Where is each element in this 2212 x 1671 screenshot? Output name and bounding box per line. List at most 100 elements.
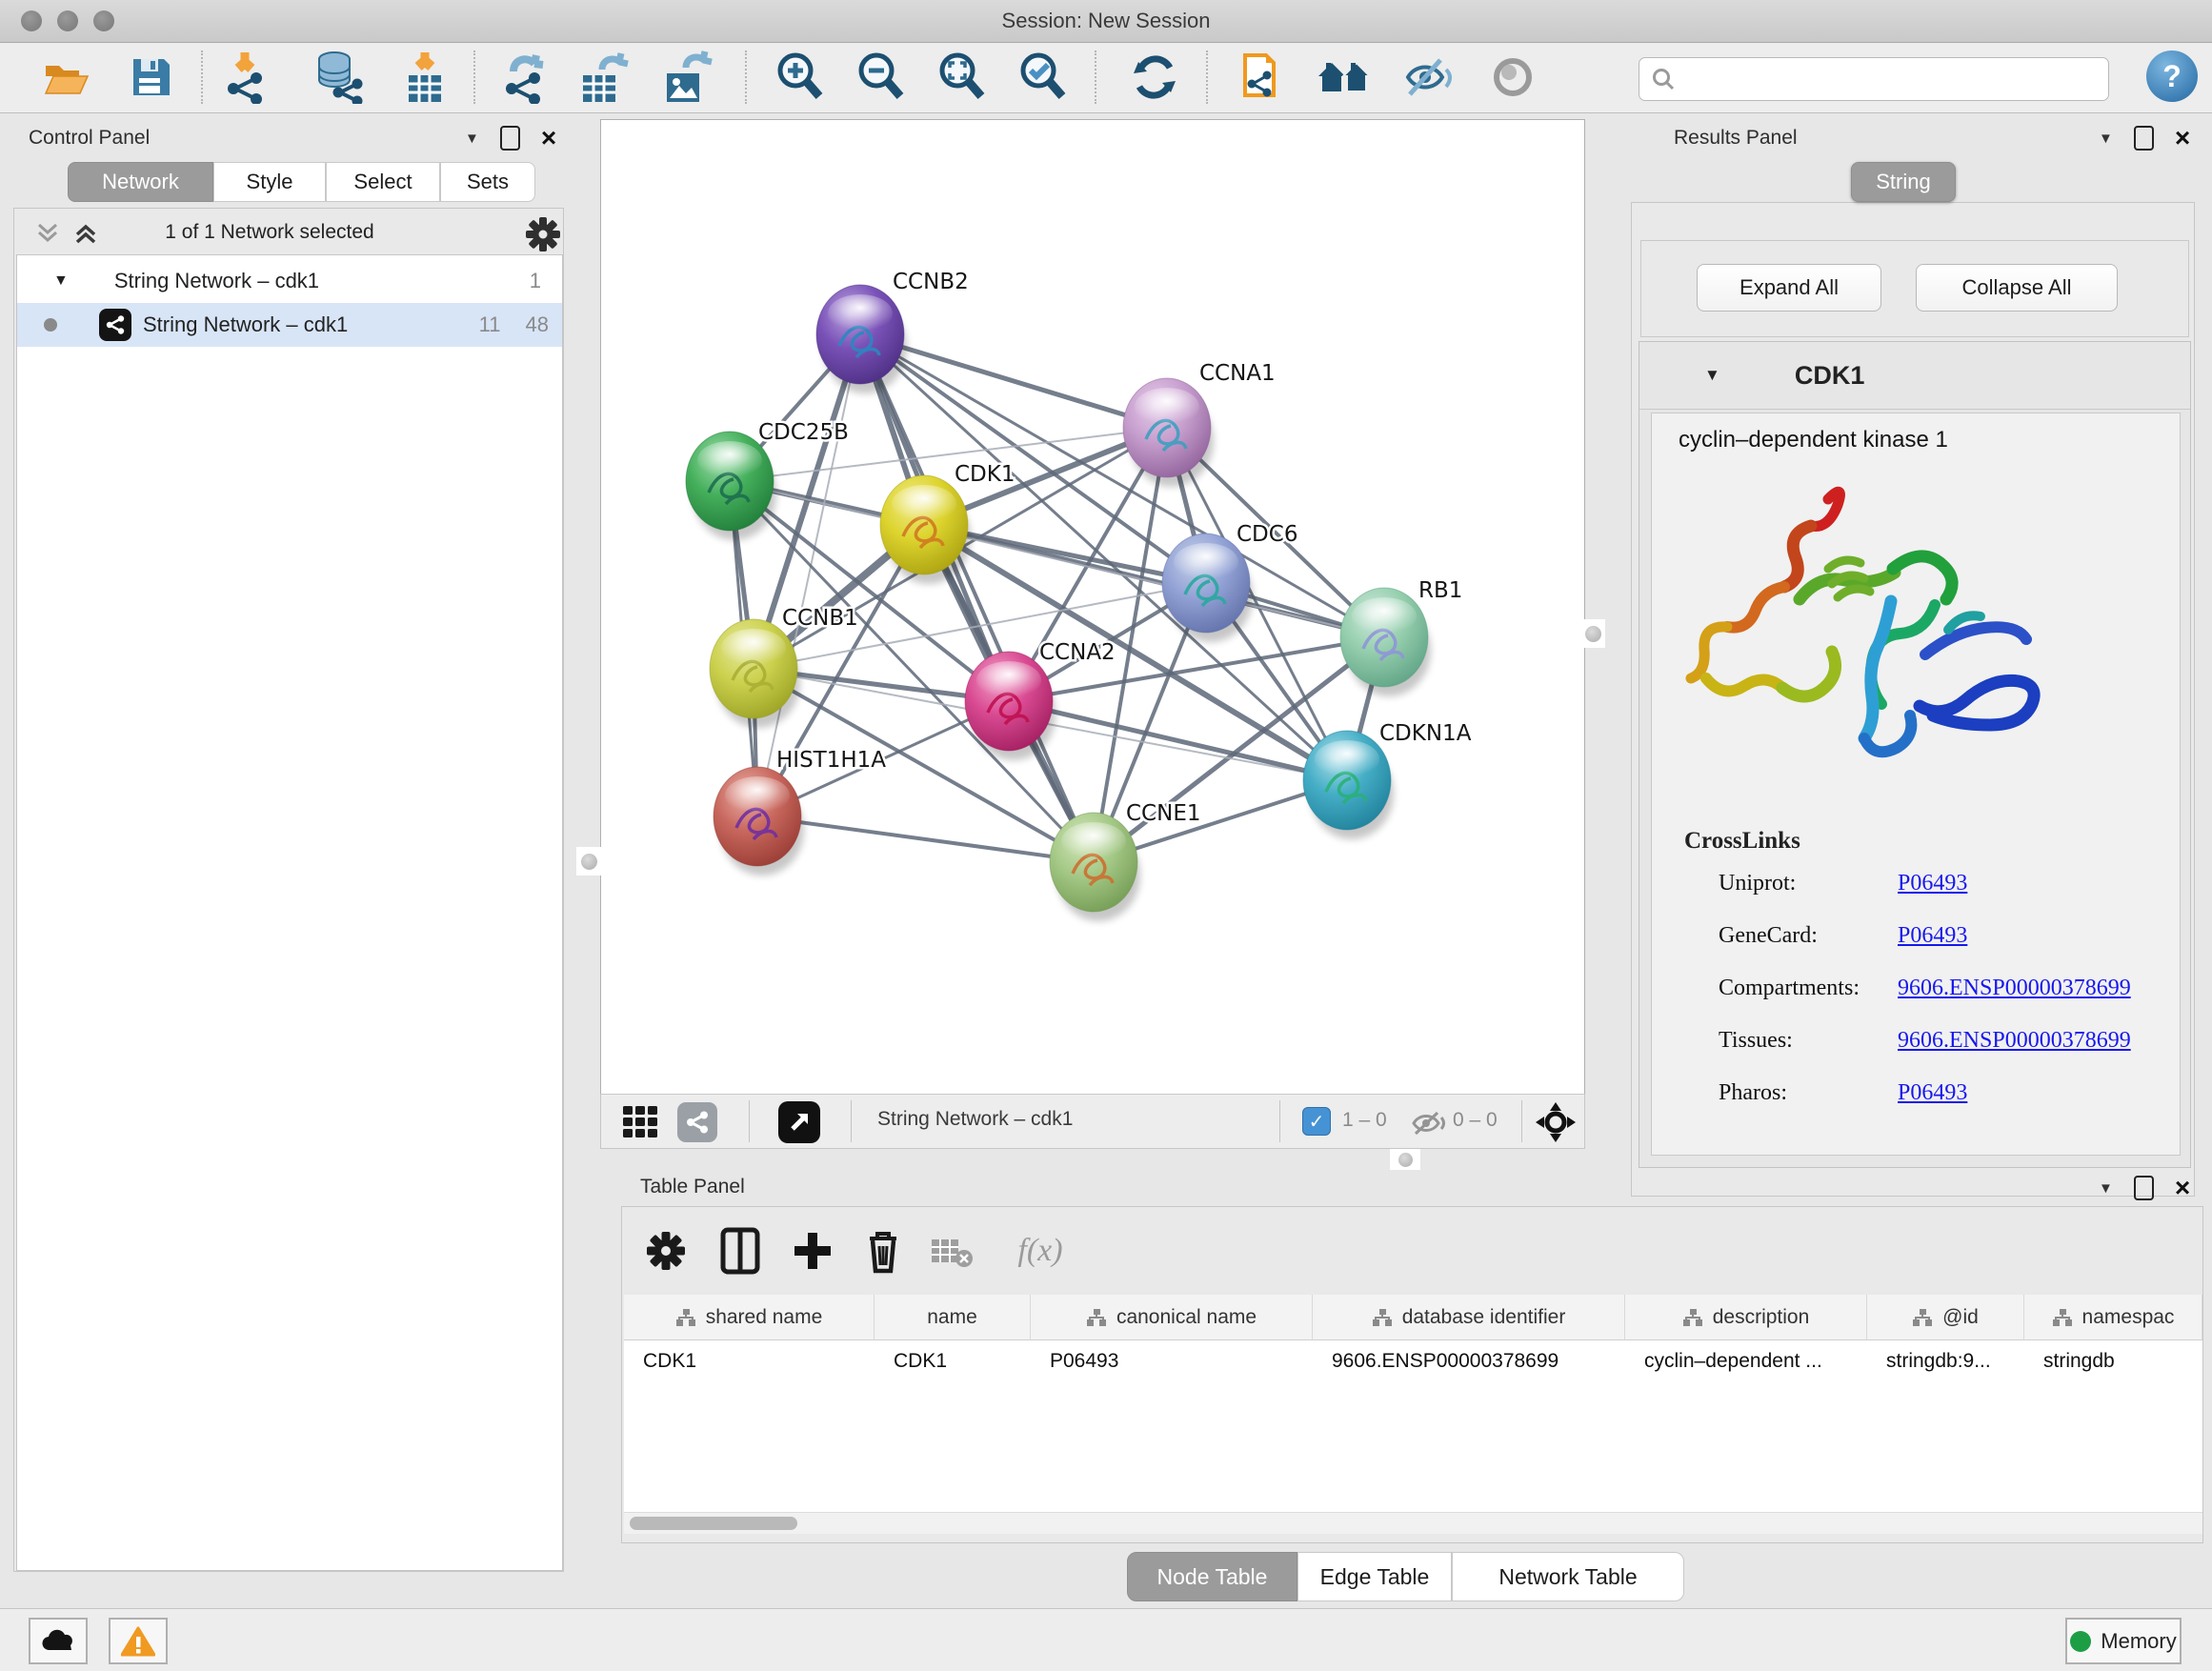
protein-card-header[interactable]: ▼ CDK1 [1639, 342, 2190, 410]
function-builder-icon[interactable]: f(x) [997, 1224, 1083, 1278]
save-session-icon[interactable] [125, 50, 178, 104]
import-network-database-icon[interactable] [312, 50, 365, 104]
scrollbar-thumb[interactable] [630, 1517, 797, 1530]
hide-panel-icon[interactable] [1401, 50, 1455, 104]
gear-icon[interactable] [525, 216, 561, 252]
delete-table-icon[interactable] [925, 1224, 978, 1278]
tree-expander-icon[interactable]: ▼ [53, 272, 69, 290]
panel-close-icon[interactable]: × [2175, 1178, 2190, 1198]
column-header-canonical-name[interactable]: canonical name [1031, 1295, 1313, 1340]
zoom-selected-icon[interactable] [1016, 50, 1070, 104]
show-panel-icon[interactable] [1486, 50, 1539, 104]
network-node-CCNB1[interactable]: CCNB1 [710, 606, 858, 728]
table-cell[interactable]: stringdb [2024, 1340, 2202, 1382]
table-cell[interactable]: P06493 [1031, 1340, 1313, 1382]
network-edge[interactable] [1009, 701, 1347, 780]
network-node-CDC25B[interactable]: CDC25B [686, 420, 849, 540]
network-node-CDC6[interactable]: CDC6 [1162, 522, 1297, 642]
warning-button[interactable] [109, 1618, 168, 1664]
tab-network-table[interactable]: Network Table [1452, 1552, 1684, 1601]
network-node-CCNA2[interactable]: CCNA2 [965, 640, 1116, 760]
network-node-RB1[interactable]: RB1 [1340, 578, 1462, 696]
import-table-file-icon[interactable] [398, 50, 452, 104]
zoom-in-icon[interactable] [774, 50, 827, 104]
tab-sets[interactable]: Sets [440, 162, 535, 202]
add-column-icon[interactable] [786, 1224, 839, 1278]
tab-edge-table[interactable]: Edge Table [1297, 1552, 1452, 1601]
table-cell[interactable]: CDK1 [875, 1340, 1031, 1382]
tab-network[interactable]: Network [68, 162, 213, 202]
collapse-section-icon[interactable]: ▼ [1704, 366, 1720, 385]
column-header-name[interactable]: name [875, 1295, 1031, 1340]
search-field[interactable] [1639, 57, 2109, 101]
network-node-HIST1H1A[interactable]: HIST1H1A [714, 748, 886, 876]
tab-string[interactable]: String [1851, 162, 1956, 202]
network-share-icon[interactable] [677, 1102, 717, 1142]
open-in-window-icon[interactable] [778, 1101, 820, 1143]
network-node-CCNE1[interactable]: CCNE1 [1050, 801, 1201, 921]
cloud-button[interactable] [29, 1618, 88, 1664]
export-image-icon[interactable] [660, 50, 714, 104]
panel-menu-icon[interactable]: ▼ [2099, 131, 2113, 147]
zoom-out-icon[interactable] [855, 50, 908, 104]
memory-button[interactable]: Memory [2065, 1618, 2182, 1664]
network-row-selected[interactable]: String Network – cdk1 11 48 [17, 303, 562, 347]
grid-view-icon[interactable] [622, 1103, 662, 1143]
panel-float-icon[interactable] [2134, 1176, 2154, 1200]
table-cell[interactable]: cyclin–dependent ... [1625, 1340, 1867, 1382]
help-icon[interactable]: ? [2146, 50, 2198, 102]
zoom-fit-icon[interactable] [935, 50, 989, 104]
crosslink-link[interactable]: P06493 [1898, 923, 1967, 949]
share-document-icon[interactable] [1236, 50, 1289, 104]
table-cell[interactable]: CDK1 [624, 1340, 875, 1382]
network-node-CCNB2[interactable]: CCNB2 [816, 270, 969, 393]
panel-close-icon[interactable]: × [541, 129, 556, 148]
fit-selected-crosshair-icon[interactable] [1535, 1101, 1577, 1143]
delete-column-icon[interactable] [856, 1224, 910, 1278]
show-columns-icon[interactable] [714, 1224, 767, 1278]
table-gear-icon[interactable] [639, 1224, 693, 1278]
crosslink-link[interactable]: P06493 [1898, 1080, 1967, 1106]
panel-float-icon[interactable] [2134, 126, 2154, 151]
horizontal-scrollbar[interactable] [624, 1512, 2202, 1534]
table-cell[interactable]: 9606.ENSP00000378699 [1313, 1340, 1625, 1382]
network-node-CDKN1A[interactable]: CDKN1A [1303, 721, 1472, 839]
tab-node-table[interactable]: Node Table [1127, 1552, 1297, 1601]
panel-float-icon[interactable] [500, 126, 520, 151]
table-cell[interactable]: stringdb:9... [1867, 1340, 2024, 1382]
refresh-view-icon[interactable] [1128, 50, 1181, 104]
crosslink-link[interactable]: 9606.ENSP00000378699 [1898, 1028, 2131, 1054]
crosslink-link[interactable]: 9606.ENSP00000378699 [1898, 976, 2131, 1001]
column-header--id[interactable]: @id [1867, 1295, 2024, 1340]
network-canvas[interactable]: CCNB2CCNA1CDC25BCDK1CDC6RB1CCNB1CCNA2CDK… [600, 119, 1585, 1095]
hidden-eye-icon[interactable] [1411, 1110, 1447, 1137]
left-splitter-handle[interactable] [576, 847, 601, 876]
tab-select[interactable]: Select [326, 162, 440, 202]
panel-close-icon[interactable]: × [2175, 129, 2190, 148]
column-header-shared-name[interactable]: shared name [624, 1295, 875, 1340]
network-edge[interactable] [757, 334, 860, 816]
export-network-icon[interactable] [498, 50, 552, 104]
column-header-database-identifier[interactable]: database identifier [1313, 1295, 1625, 1340]
network-edge[interactable] [757, 816, 1094, 862]
network-node-CCNA1[interactable]: CCNA1 [1123, 361, 1276, 487]
selected-checkbox-icon[interactable]: ✓ [1302, 1107, 1331, 1136]
open-session-icon[interactable] [40, 50, 93, 104]
home-icon[interactable] [1317, 50, 1370, 104]
column-header-description[interactable]: description [1625, 1295, 1867, 1340]
search-input[interactable] [1676, 67, 2108, 91]
export-table-icon[interactable] [576, 50, 630, 104]
collapse-all-button[interactable]: Collapse All [1916, 264, 2118, 312]
column-header-namespac[interactable]: namespac [2024, 1295, 2202, 1340]
horizontal-splitter-handle[interactable] [1390, 1149, 1420, 1170]
right-splitter-handle[interactable] [1580, 619, 1605, 648]
import-network-file-icon[interactable] [220, 50, 273, 104]
network-collection-row[interactable]: ▼ String Network – cdk1 1 [17, 259, 562, 303]
node-table[interactable]: shared nameCDK1nameCDK1canonical nameP06… [624, 1295, 2202, 1512]
tab-style[interactable]: Style [213, 162, 326, 202]
network-edge[interactable] [860, 334, 1094, 862]
panel-menu-icon[interactable]: ▼ [465, 131, 479, 147]
expand-all-button[interactable]: Expand All [1697, 264, 1881, 312]
crosslink-link[interactable]: P06493 [1898, 871, 1967, 896]
panel-menu-icon[interactable]: ▼ [2099, 1180, 2113, 1197]
